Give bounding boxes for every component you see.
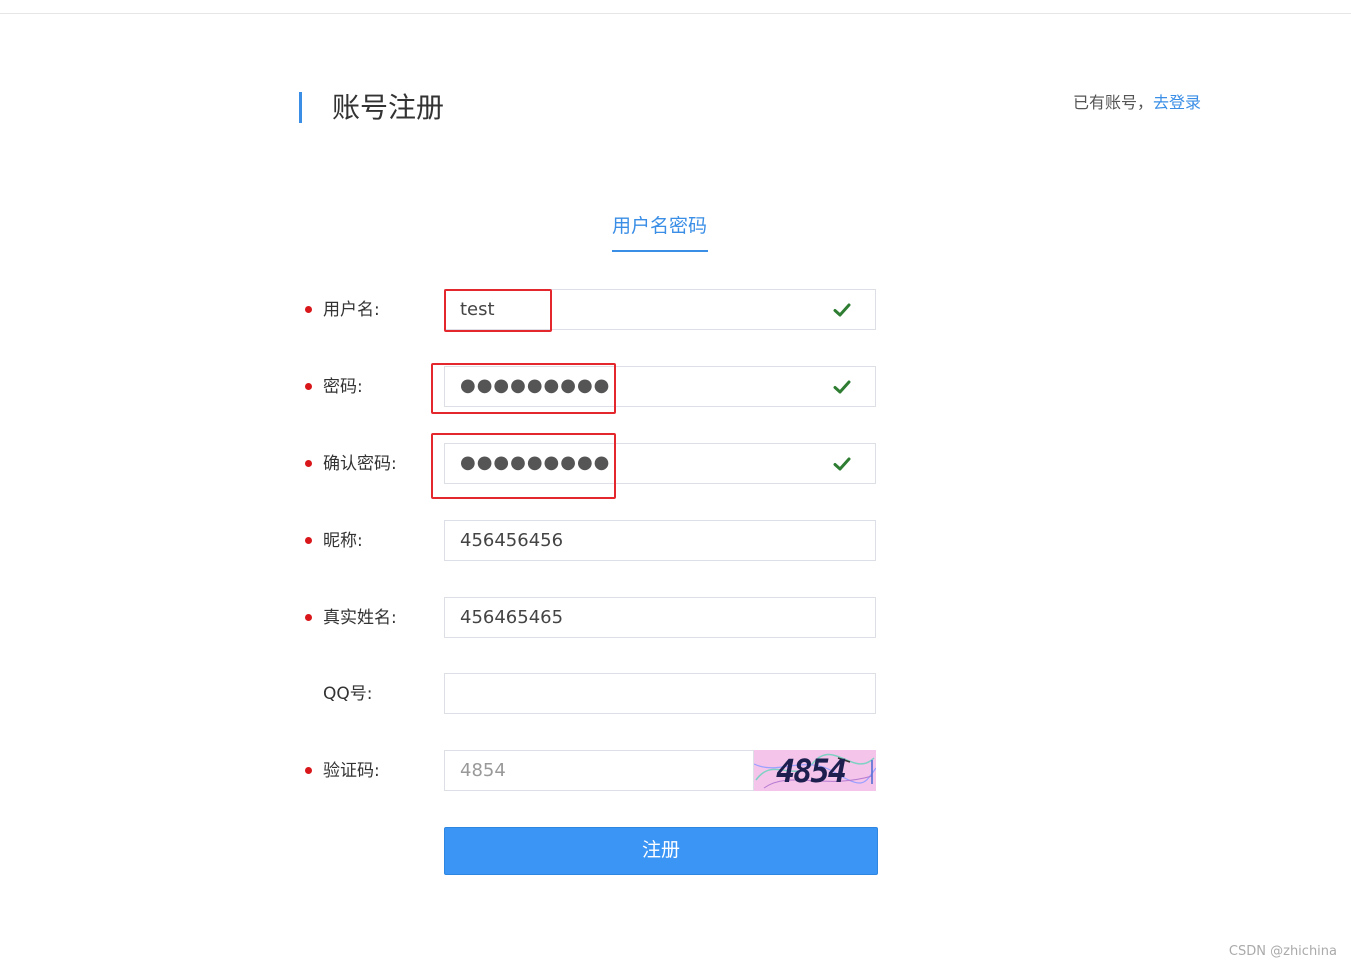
nickname-row: 昵称: 456456456 (300, 520, 900, 561)
watermark: CSDN @zhichina (1228, 944, 1337, 959)
login-link[interactable]: 去登录 (1153, 93, 1201, 112)
required-dot (305, 767, 312, 774)
tab-username-password[interactable]: 用户名密码 (612, 213, 707, 239)
real-name-value: 456465465 (460, 607, 564, 628)
captcha-image-text: 4854 (776, 752, 847, 790)
real-name-row: 真实姓名: 456465465 (300, 597, 900, 638)
confirm-password-value: ●●●●●●●●● (460, 452, 611, 473)
password-value: ●●●●●●●●● (460, 375, 611, 396)
qq-label: QQ号: (323, 684, 373, 704)
top-divider (0, 13, 1351, 14)
login-hint: 已有账号，去登录 (1073, 92, 1201, 114)
real-name-label: 真实姓名: (323, 608, 397, 628)
captcha-image[interactable]: 4854 (754, 750, 876, 791)
nickname-input[interactable]: 456456456 (444, 520, 876, 561)
check-icon (833, 380, 851, 394)
required-dot (305, 460, 312, 467)
required-dot (305, 383, 312, 390)
confirm-password-label: 确认密码: (323, 454, 397, 474)
captcha-placeholder: 4854 (460, 760, 506, 781)
captcha-input[interactable]: 4854 (444, 750, 754, 791)
username-input[interactable]: test (444, 289, 876, 330)
password-row: 密码: ●●●●●●●●● (300, 366, 900, 407)
username-value: test (460, 299, 495, 320)
qq-row: QQ号: (300, 673, 900, 714)
username-row: 用户名: test (300, 289, 900, 330)
title-accent-bar (299, 92, 302, 123)
nickname-value: 456456456 (460, 530, 564, 551)
check-icon (833, 303, 851, 317)
real-name-input[interactable]: 456465465 (444, 597, 876, 638)
username-label: 用户名: (323, 300, 380, 320)
required-dot (305, 614, 312, 621)
captcha-label: 验证码: (323, 761, 380, 781)
password-input[interactable]: ●●●●●●●●● (444, 366, 876, 407)
register-submit-button[interactable]: 注册 (444, 827, 878, 875)
password-label: 密码: (323, 377, 363, 397)
nickname-label: 昵称: (323, 531, 363, 551)
qq-input[interactable] (444, 673, 876, 714)
tab-active-indicator (612, 250, 708, 252)
check-icon (833, 457, 851, 471)
page-title: 账号注册 (332, 91, 445, 124)
confirm-password-input[interactable]: ●●●●●●●●● (444, 443, 876, 484)
login-prompt-text: 已有账号， (1072, 93, 1153, 112)
captcha-row: 验证码: 4854 4854 (300, 750, 900, 791)
required-dot (305, 306, 312, 313)
required-dot (305, 537, 312, 544)
confirm-password-row: 确认密码: ●●●●●●●●● (300, 443, 900, 484)
